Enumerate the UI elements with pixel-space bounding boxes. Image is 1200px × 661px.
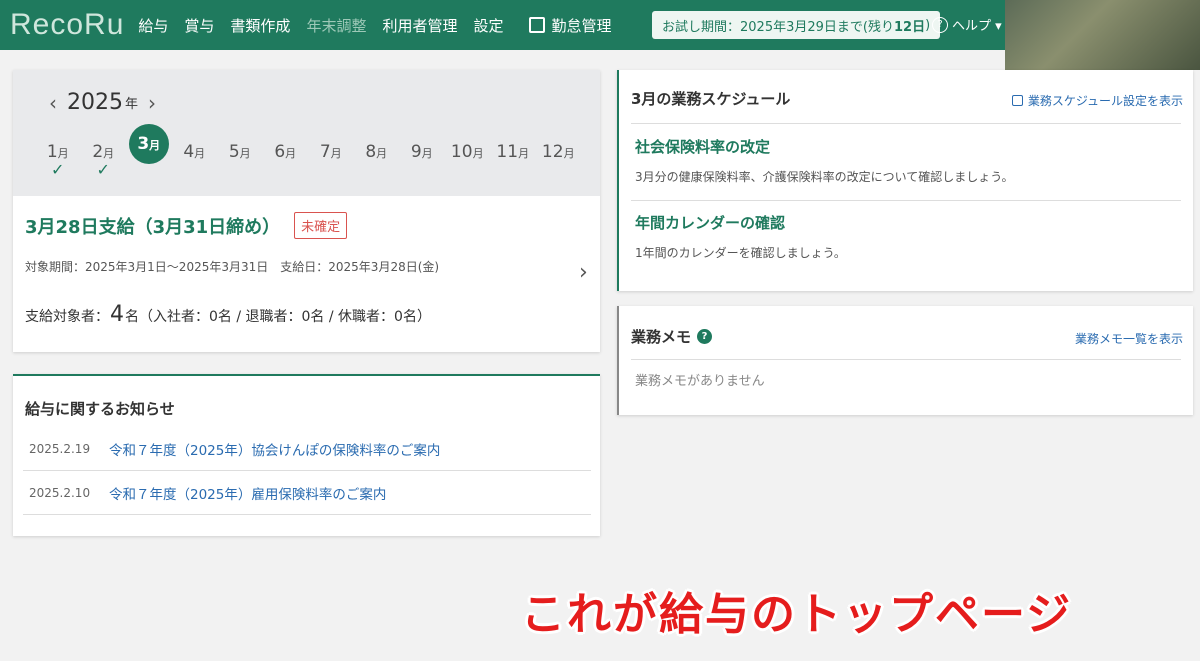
salary-news-card: 給与に関するお知らせ 2025.2.19 令和７年度（2025年）協会けんぽの保… bbox=[13, 374, 600, 536]
divider bbox=[631, 359, 1181, 360]
month-tab-11[interactable]: 11月 bbox=[490, 128, 536, 188]
month-tab-7[interactable]: 7月 bbox=[308, 128, 354, 188]
memo-title-text: 業務メモ bbox=[631, 328, 692, 346]
trial-days: 12日 bbox=[893, 19, 926, 35]
trial-text: お試し期間：2025年3月29日まで(残り bbox=[662, 19, 894, 35]
schedule-title: 3月の業務スケジュール bbox=[631, 90, 791, 108]
business-schedule-card: 3月の業務スケジュール 業務スケジュール設定を表示 社会保険料率の改定 3月分の… bbox=[617, 70, 1193, 291]
news-link[interactable]: 令和７年度（2025年）雇用保険料率のご案内 bbox=[109, 483, 386, 503]
year-unit: 年 bbox=[125, 97, 139, 112]
nav-attendance-link[interactable]: 勤怠管理 bbox=[529, 15, 612, 36]
month-tabs: 1月 ✓ 2月 ✓ 3月 4月 5月 6月 7月 8月 9月 10月 11月 12月 bbox=[35, 124, 582, 188]
chevron-right-icon[interactable]: › bbox=[579, 260, 588, 285]
month-tab-9[interactable]: 9月 bbox=[399, 128, 445, 188]
news-item: 2025.2.19 令和７年度（2025年）協会けんぽの保険料率のご案内 bbox=[23, 428, 591, 471]
count-unit: 名 bbox=[125, 309, 139, 325]
schedule-item-desc: 3月分の健康保険料率、介護保険料率の改定について確認しましょう。 bbox=[635, 170, 1014, 184]
count-breakdown: （入社者：0名 / 退職者：0名 / 休職者：0名） bbox=[139, 309, 431, 325]
nav-year-end-adjustment[interactable]: 年末調整 bbox=[306, 15, 366, 36]
month-tab-12[interactable]: 12月 bbox=[536, 128, 582, 188]
prev-year-chevron-icon[interactable]: ‹ bbox=[49, 91, 57, 115]
webcam-overlay-image bbox=[1005, 0, 1200, 70]
video-caption: これが給与のトップページ bbox=[521, 589, 1073, 640]
nav-settings[interactable]: 設定 bbox=[473, 15, 503, 36]
question-icon[interactable]: ? bbox=[697, 329, 713, 344]
news-date: 2025.2.19 bbox=[29, 442, 91, 456]
payday: 支給日：2025年3月28日(金) bbox=[280, 260, 440, 274]
target-period: 対象期間：2025年3月1日〜2025年3月31日 bbox=[25, 260, 269, 274]
business-memo-card: 業務メモ ? 業務メモ一覧を表示 業務メモがありません bbox=[617, 306, 1193, 415]
month-tab-3[interactable]: 3月 bbox=[126, 124, 172, 188]
question-circle-icon: ? bbox=[932, 16, 948, 33]
month-tab-4[interactable]: 4月 bbox=[172, 128, 218, 188]
month-tab-5[interactable]: 5月 bbox=[217, 128, 263, 188]
nav-salary[interactable]: 給与 bbox=[138, 15, 168, 36]
recoru-logo[interactable]: RecoRu bbox=[10, 8, 124, 42]
nav-documents[interactable]: 書類作成 bbox=[230, 15, 290, 36]
check-icon: ✓ bbox=[96, 160, 110, 179]
help-label: ヘルプ ▾ bbox=[952, 19, 1002, 34]
news-item: 2025.2.10 令和７年度（2025年）雇用保険料率のご案内 bbox=[23, 472, 591, 515]
main-nav: 給与 賞与 書類作成 年末調整 利用者管理 設定 勤怠管理 bbox=[138, 15, 627, 36]
month-tab-8[interactable]: 8月 bbox=[354, 128, 400, 188]
next-year-chevron-icon[interactable]: › bbox=[148, 91, 156, 115]
count-value: 4 bbox=[110, 302, 124, 327]
schedule-settings-link[interactable]: 業務スケジュール設定を表示 bbox=[1011, 92, 1183, 109]
trial-period-badge: お試し期間：2025年3月29日まで(残り 12日) bbox=[652, 11, 941, 39]
divider bbox=[631, 123, 1181, 124]
schedule-item-desc: 1年間のカレンダーを確認しましょう。 bbox=[635, 246, 846, 260]
external-link-icon bbox=[1011, 95, 1023, 106]
divider bbox=[631, 200, 1181, 201]
memo-empty-message: 業務メモがありません bbox=[635, 374, 765, 389]
month-selector: ‹ 2025 年 › 1月 ✓ 2月 ✓ 3月 4月 5月 6月 7月 8月 9月 1… bbox=[13, 70, 600, 196]
year-selector: ‹ 2025 年 › bbox=[39, 90, 166, 115]
month-tab-2[interactable]: 2月 ✓ bbox=[81, 128, 127, 188]
news-date: 2025.2.10 bbox=[29, 486, 91, 500]
schedule-item-title[interactable]: 年間カレンダーの確認 bbox=[635, 212, 785, 233]
schedule-item-title[interactable]: 社会保険料率の改定 bbox=[635, 136, 770, 157]
status-badge: 未確定 bbox=[294, 212, 348, 239]
help-menu[interactable]: ? ヘルプ ▾ bbox=[932, 15, 1002, 34]
payroll-period: 対象期間：2025年3月1日〜2025年3月31日 支給日：2025年3月28日(… bbox=[25, 258, 451, 275]
schedule-link-label: 業務スケジュール設定を表示 bbox=[1027, 94, 1183, 108]
payroll-title[interactable]: 3月28日支給（3月31日締め） 未確定 bbox=[25, 212, 348, 239]
year-value: 2025 bbox=[67, 90, 123, 115]
month-tab-1[interactable]: 1月 ✓ bbox=[35, 128, 81, 188]
payroll-card: ‹ 2025 年 › 1月 ✓ 2月 ✓ 3月 4月 5月 6月 7月 8月 9月 1… bbox=[13, 70, 600, 352]
trial-suffix: ) bbox=[925, 17, 931, 33]
news-title: 給与に関するお知らせ bbox=[25, 400, 175, 418]
month-tab-10[interactable]: 10月 bbox=[445, 128, 491, 188]
memo-list-link[interactable]: 業務メモ一覧を表示 bbox=[1075, 330, 1183, 347]
memo-title: 業務メモ ? bbox=[631, 326, 713, 347]
nav-bonus[interactable]: 賞与 bbox=[184, 15, 214, 36]
external-link-icon bbox=[529, 17, 546, 33]
nav-attendance-label: 勤怠管理 bbox=[551, 16, 612, 35]
count-label: 支給対象者： bbox=[25, 309, 109, 325]
payroll-title-text: 3月28日支給（3月31日締め） bbox=[25, 216, 281, 238]
nav-user-management[interactable]: 利用者管理 bbox=[382, 15, 457, 36]
month-tab-6[interactable]: 6月 bbox=[263, 128, 309, 188]
payroll-counts: 支給対象者：4名（入社者：0名 / 退職者：0名 / 休職者：0名） bbox=[25, 302, 431, 327]
check-icon: ✓ bbox=[51, 160, 65, 179]
news-link[interactable]: 令和７年度（2025年）協会けんぽの保険料率のご案内 bbox=[109, 439, 440, 459]
